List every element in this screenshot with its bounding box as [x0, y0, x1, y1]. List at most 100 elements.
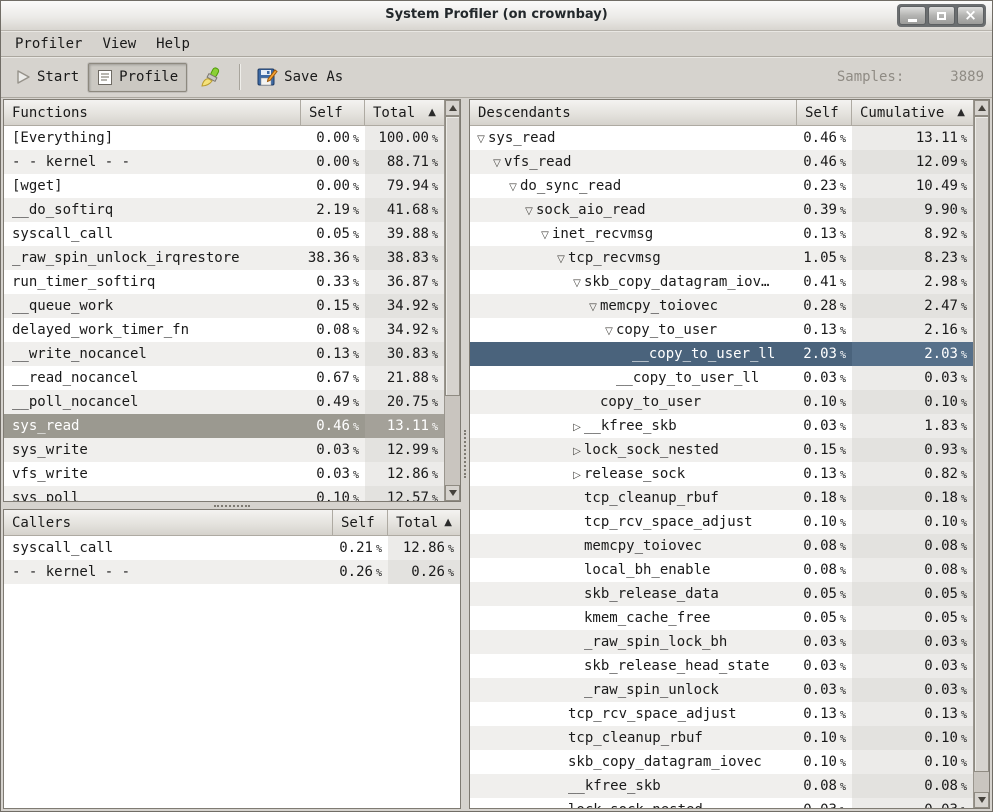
- descendant-row[interactable]: __copy_to_user_ll0.03%0.03%: [470, 366, 973, 390]
- scrollbar-thumb[interactable]: [445, 116, 460, 396]
- horizontal-pane-splitter[interactable]: [3, 502, 461, 509]
- descendants-self-column-header[interactable]: Self: [797, 100, 852, 126]
- expander-open-icon[interactable]: ▽: [490, 152, 504, 174]
- descendant-row[interactable]: tcp_rcv_space_adjust0.10%0.10%: [470, 510, 973, 534]
- save-as-button[interactable]: Save As: [248, 61, 352, 93]
- percent-sign: %: [432, 158, 438, 169]
- start-button[interactable]: Start: [7, 63, 88, 91]
- scrollbar-thumb[interactable]: [974, 116, 989, 772]
- descendant-row[interactable]: __copy_to_user_ll2.03%2.03%: [470, 342, 973, 366]
- percent-value: 0.10: [803, 730, 837, 746]
- function-row[interactable]: __queue_work0.15%34.92%: [4, 294, 444, 318]
- close-button[interactable]: ×: [957, 6, 984, 25]
- descendant-row[interactable]: copy_to_user0.10%0.10%: [470, 390, 973, 414]
- scrollbar-track[interactable]: [445, 116, 460, 485]
- function-row[interactable]: __write_nocancel0.13%30.83%: [4, 342, 444, 366]
- function-row[interactable]: delayed_work_timer_fn0.08%34.92%: [4, 318, 444, 342]
- functions-self-column-header[interactable]: Self: [301, 100, 365, 126]
- expander-open-icon[interactable]: ▽: [506, 176, 520, 198]
- expander-open-icon[interactable]: ▽: [602, 320, 616, 342]
- descendants-column-header[interactable]: Descendants: [470, 100, 797, 126]
- descendant-row[interactable]: local_bh_enable0.08%0.08%: [470, 558, 973, 582]
- expander-open-icon[interactable]: ▽: [474, 128, 488, 150]
- descendants-cumulative-column-header[interactable]: Cumulative ▲: [852, 100, 973, 126]
- descendant-row[interactable]: ▷__kfree_skb0.03%1.83%: [470, 414, 973, 438]
- menu-item-profiler[interactable]: Profiler: [5, 33, 92, 55]
- descendant-row[interactable]: ▽do_sync_read0.23%10.49%: [470, 174, 973, 198]
- descendant-row[interactable]: kmem_cache_free0.05%0.05%: [470, 606, 973, 630]
- scroll-down-button[interactable]: [974, 792, 989, 808]
- total-percent-cell: 21.88%: [365, 366, 444, 390]
- descendant-row[interactable]: ▽copy_to_user0.13%2.16%: [470, 318, 973, 342]
- function-row[interactable]: _raw_spin_unlock_irqrestore38.36%38.83%: [4, 246, 444, 270]
- expander-open-icon[interactable]: ▽: [522, 200, 536, 222]
- menu-item-help[interactable]: Help: [146, 33, 200, 55]
- caller-row[interactable]: - - kernel - -0.26%0.26%: [4, 560, 460, 584]
- callers-header-label: Callers: [12, 515, 71, 531]
- descendant-row[interactable]: skb_release_data0.05%0.05%: [470, 582, 973, 606]
- descendant-row[interactable]: tcp_cleanup_rbuf0.10%0.10%: [470, 726, 973, 750]
- functions-scrollbar[interactable]: [444, 100, 460, 501]
- descendant-row[interactable]: skb_copy_datagram_iovec0.10%0.10%: [470, 750, 973, 774]
- function-row[interactable]: run_timer_softirq0.33%36.87%: [4, 270, 444, 294]
- callers-column-header[interactable]: Callers: [4, 510, 333, 536]
- percent-sign: %: [840, 566, 846, 577]
- vertical-pane-splitter[interactable]: [461, 99, 469, 809]
- expander-open-icon[interactable]: ▽: [570, 272, 584, 294]
- expander-open-icon[interactable]: ▽: [586, 296, 600, 318]
- scroll-up-button[interactable]: [445, 100, 460, 116]
- expander-open-icon[interactable]: ▽: [554, 248, 568, 270]
- function-row[interactable]: vfs_write0.03%12.86%: [4, 462, 444, 486]
- percent-sign: %: [432, 422, 438, 433]
- descendant-row[interactable]: ▷release_sock0.13%0.82%: [470, 462, 973, 486]
- descendant-row[interactable]: ▷lock_sock_nested0.15%0.93%: [470, 438, 973, 462]
- scrollbar-track[interactable]: [974, 116, 989, 792]
- descendant-row[interactable]: ▽sock_aio_read0.39%9.90%: [470, 198, 973, 222]
- caller-row[interactable]: syscall_call0.21%12.86%: [4, 536, 460, 560]
- functions-column-header[interactable]: Functions: [4, 100, 301, 126]
- descendants-scrollbar[interactable]: [973, 100, 989, 808]
- function-row[interactable]: [Everything]0.00%100.00%: [4, 126, 444, 150]
- maximize-button[interactable]: [928, 6, 955, 25]
- descendant-row[interactable]: tcp_cleanup_rbuf0.18%0.18%: [470, 486, 973, 510]
- expander-collapsed-icon[interactable]: ▷: [570, 440, 584, 462]
- function-name: vfs_write: [4, 462, 301, 486]
- profile-toggle-button[interactable]: Profile: [88, 63, 187, 92]
- descendant-row[interactable]: ▽inet_recvmsg0.13%8.92%: [470, 222, 973, 246]
- descendant-row[interactable]: _raw_spin_unlock0.03%0.03%: [470, 678, 973, 702]
- percent-sign: %: [353, 230, 359, 241]
- scroll-up-button[interactable]: [974, 100, 989, 116]
- functions-total-column-header[interactable]: Total ▲: [365, 100, 444, 126]
- expander-collapsed-icon[interactable]: ▷: [570, 464, 584, 486]
- clear-brush-button[interactable]: [191, 61, 231, 94]
- expander-open-icon[interactable]: ▽: [538, 224, 552, 246]
- descendant-row[interactable]: tcp_rcv_space_adjust0.13%0.13%: [470, 702, 973, 726]
- function-row[interactable]: sys_read0.46%13.11%: [4, 414, 444, 438]
- function-row[interactable]: sys_write0.03%12.99%: [4, 438, 444, 462]
- descendant-row[interactable]: _raw_spin_lock_bh0.03%0.03%: [470, 630, 973, 654]
- function-row[interactable]: __do_softirq2.19%41.68%: [4, 198, 444, 222]
- menu-item-view[interactable]: View: [92, 33, 146, 55]
- descendant-row[interactable]: lock_sock_nested0.03%0.03%: [470, 798, 973, 808]
- descendant-row[interactable]: skb_release_head_state0.03%0.03%: [470, 654, 973, 678]
- descendant-row[interactable]: ▽tcp_recvmsg1.05%8.23%: [470, 246, 973, 270]
- function-row[interactable]: sys_poll0.10%12.57%: [4, 486, 444, 501]
- minimize-button[interactable]: [899, 6, 926, 25]
- descendant-row[interactable]: ▽vfs_read0.46%12.09%: [470, 150, 973, 174]
- scroll-down-button[interactable]: [445, 485, 460, 501]
- function-row[interactable]: - - kernel - -0.00%88.71%: [4, 150, 444, 174]
- descendant-row[interactable]: ▽memcpy_toiovec0.28%2.47%: [470, 294, 973, 318]
- descendant-row[interactable]: ▽sys_read0.46%13.11%: [470, 126, 973, 150]
- callers-total-column-header[interactable]: Total ▲: [388, 510, 460, 536]
- percent-value: 0.10: [924, 394, 958, 410]
- descendant-row[interactable]: __kfree_skb0.08%0.08%: [470, 774, 973, 798]
- function-row[interactable]: syscall_call0.05%39.88%: [4, 222, 444, 246]
- function-row[interactable]: [wget]0.00%79.94%: [4, 174, 444, 198]
- function-row[interactable]: __poll_nocancel0.49%20.75%: [4, 390, 444, 414]
- functions-pane: Functions Self Total ▲ [Everything]0.00%…: [3, 99, 461, 502]
- function-row[interactable]: __read_nocancel0.67%21.88%: [4, 366, 444, 390]
- callers-self-column-header[interactable]: Self: [333, 510, 388, 536]
- descendant-row[interactable]: memcpy_toiovec0.08%0.08%: [470, 534, 973, 558]
- expander-collapsed-icon[interactable]: ▷: [570, 416, 584, 438]
- descendant-row[interactable]: ▽skb_copy_datagram_iov…0.41%2.98%: [470, 270, 973, 294]
